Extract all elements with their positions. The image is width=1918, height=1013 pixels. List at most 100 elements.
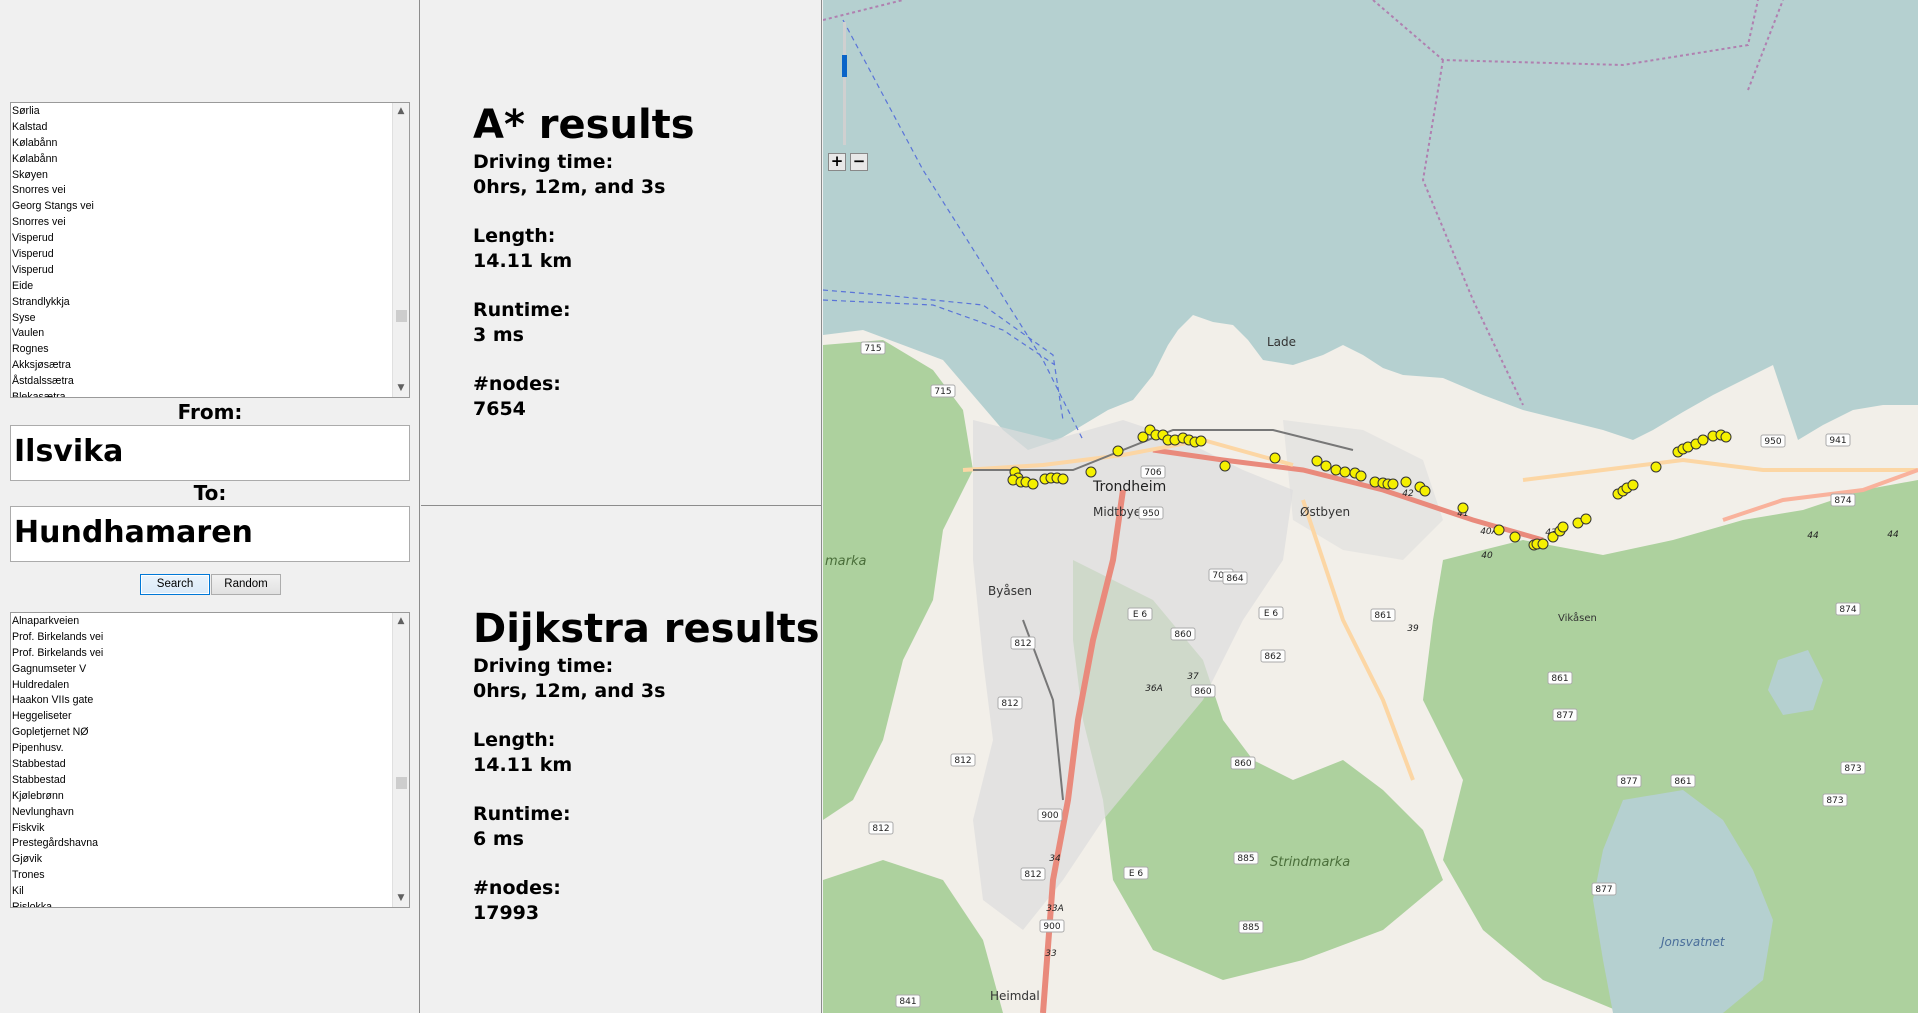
list-item[interactable]: Syse [12,311,385,327]
list-item[interactable]: Snorres vei [12,215,385,231]
scroll-up-icon[interactable]: ▲ [393,613,409,630]
road-shield: 33 [1045,949,1057,959]
random-button[interactable]: Random [211,574,281,595]
list-item[interactable]: Snorres vei [12,183,385,199]
list-item[interactable]: Gopletjernet NØ [12,725,385,741]
road-shield-label: 877 [1595,885,1612,895]
list-item[interactable]: Sørlia [12,104,385,120]
list-item[interactable]: Eide [12,279,385,295]
length-label: Length: [473,729,556,751]
from-label: From: [177,400,243,424]
list-item[interactable]: Vaulen [12,326,385,342]
list-item[interactable]: Trones [12,868,385,884]
search-button[interactable]: Search [140,574,210,595]
list-item[interactable]: Rislokka [12,900,385,907]
road-shield: 873 [1840,761,1866,775]
road-shield-label: 885 [1242,923,1259,933]
route-node-marker [1580,513,1592,525]
list-item[interactable]: Gjøvik [12,852,385,868]
road-shield: 877 [1616,774,1642,788]
list-item[interactable]: Prof. Birkelands vei [12,630,385,646]
scroll-down-icon[interactable]: ▼ [393,380,409,397]
road-shield: 37 [1187,672,1199,682]
list-item[interactable]: Visperud [12,247,385,263]
list-item[interactable]: Heggeliseter [12,709,385,725]
list-item[interactable]: Kil [12,884,385,900]
road-shield: 841 [895,994,921,1008]
list-item[interactable]: Stabbestad [12,757,385,773]
list-item[interactable]: Huldredalen [12,678,385,694]
list-item[interactable]: Kølabånn [12,136,385,152]
zoom-slider-track[interactable] [843,22,846,145]
road-shield: 34 [1049,854,1061,864]
list-item[interactable]: Stabbestad [12,773,385,789]
road-shield: 42 [1402,489,1414,499]
list-item[interactable]: Fiskvik [12,821,385,837]
scroll-down-icon[interactable]: ▼ [393,890,409,907]
list-item[interactable]: Åstdalssætra [12,374,385,390]
astar-stats: Driving time: 0hrs, 12m, and 3s Length: … [473,150,665,446]
list-item[interactable]: Nevlunghavn [12,805,385,821]
route-map[interactable]: Trondheim Midtbyen Lade Østbyen Byåsen S… [823,0,1918,1013]
list-item[interactable]: Gagnumseter V [12,662,385,678]
to-suggestions-list[interactable]: Alnaparkveien Prof. Birkelands vei Prof. B… [10,612,410,908]
road-shield-label: 864 [1226,574,1243,584]
road-shield: 950 [1138,506,1164,520]
to-input[interactable]: Hundhamaren [10,506,410,562]
list-item[interactable]: Kalstad [12,120,385,136]
road-shield: 900 [1039,919,1065,933]
zoom-slider-handle[interactable] [842,55,847,77]
list-item[interactable]: Prestegårdshavna [12,836,385,852]
list-item[interactable]: Alnaparkveien [12,614,385,630]
list-item[interactable]: Georg Stangs vei [12,199,385,215]
road-shield-label: E 6 [1129,869,1144,879]
map-canvas[interactable]: Trondheim Midtbyen Lade Østbyen Byåsen S… [823,0,1918,1013]
scroll-thumb[interactable] [396,777,407,789]
list-item[interactable]: Skøyen [12,168,385,184]
runtime-value: 3 ms [473,324,524,346]
road-shield-label: 861 [1551,674,1568,684]
scroll-up-icon[interactable]: ▲ [393,103,409,120]
list-item[interactable]: Kjølebrønn [12,789,385,805]
road-shield-label: 873 [1826,796,1843,806]
road-shield-label: 33A [1046,904,1064,914]
road-shield-label: 877 [1620,777,1637,787]
list-item[interactable]: Pipenhusv. [12,741,385,757]
from-suggestions-list[interactable]: Sørlia Kalstad Kølabånn Kølabånn Skøyen Snorr… [10,102,410,398]
list-item[interactable]: Visperud [12,263,385,279]
astar-results-panel: A* results Driving time: 0hrs, 12m, and … [421,0,822,506]
list-item[interactable]: Rognes [12,342,385,358]
road-shield: 885 [1238,920,1264,934]
road-shield-label: 36A [1145,684,1163,694]
route-node-marker [1320,460,1332,472]
road-shield: 877 [1591,882,1617,896]
road-shield-label: 812 [954,756,971,766]
list-item[interactable]: Kølabånn [12,152,385,168]
road-shield: 900 [1037,808,1063,822]
road-shield-label: 812 [872,824,889,834]
list-item[interactable]: Haakon VIIs gate [12,693,385,709]
astar-title: A* results [473,102,695,148]
list-item[interactable]: Strandlykkja [12,295,385,311]
to-list-scrollbar[interactable]: ▲ ▼ [392,613,409,907]
list-item[interactable]: Prof. Birkelands vei [12,646,385,662]
list-item[interactable]: Visperud [12,231,385,247]
road-shield: 39 [1407,624,1419,634]
list-item[interactable]: Blekasætra [12,390,385,397]
from-list-scrollbar[interactable]: ▲ ▼ [392,103,409,397]
route-node-marker [1493,524,1505,536]
road-shield-label: 885 [1237,854,1254,864]
runtime-value: 6 ms [473,828,524,850]
scroll-thumb[interactable] [396,310,407,322]
route-node-marker [1697,434,1709,446]
zoom-out-button[interactable]: − [850,153,868,171]
map-label-vikasen: Vikåsen [1558,611,1597,624]
list-item[interactable]: Akksjøsætra [12,358,385,374]
road-shield-label: 874 [1834,496,1851,506]
road-shield: 861 [1670,774,1696,788]
from-input[interactable]: Ilsvika [10,425,410,481]
route-node-marker [1195,435,1207,447]
road-shield-label: 34 [1049,854,1061,864]
zoom-in-button[interactable]: + [828,153,846,171]
route-node-marker [1509,531,1521,543]
